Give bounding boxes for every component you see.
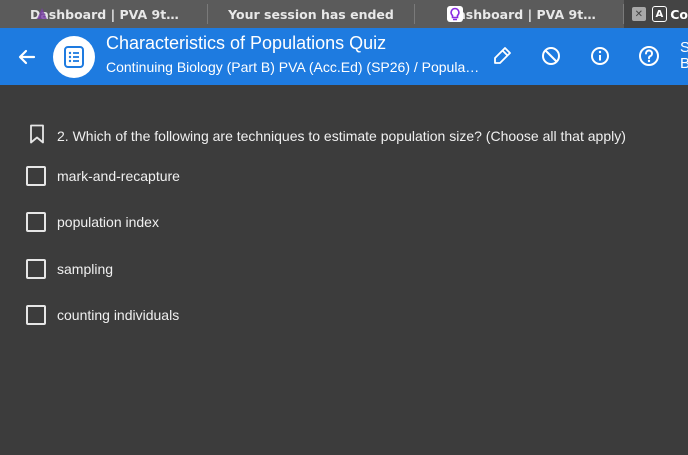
tab-session-ended[interactable]: Your session has ended xyxy=(208,0,414,28)
prohibited-icon xyxy=(542,47,560,65)
tab-label: Your session has ended xyxy=(228,6,394,22)
quiz-list-icon xyxy=(64,46,84,68)
back-button[interactable] xyxy=(12,42,42,72)
close-tab-icon[interactable]: ✕ xyxy=(632,7,646,21)
option-sampling[interactable]: sampling xyxy=(26,258,113,280)
checkbox[interactable] xyxy=(26,166,46,186)
breadcrumb[interactable]: Continuing Biology (Part B) PVA (Acc.Ed)… xyxy=(106,59,479,75)
purple-app-icon xyxy=(37,8,47,19)
option-label: population index xyxy=(57,214,159,230)
info-button[interactable] xyxy=(587,43,613,69)
tab-label: Dashboard | PVA 9t… xyxy=(447,6,596,22)
highlighter-icon xyxy=(494,47,511,64)
highlighter-button[interactable] xyxy=(489,43,515,69)
app-header: Characteristics of Populations Quiz Cont… xyxy=(0,28,688,85)
option-population-index[interactable]: population index xyxy=(26,211,159,233)
help-icon xyxy=(639,46,659,66)
page-title: Characteristics of Populations Quiz xyxy=(106,33,387,53)
header-edge-text: S B xyxy=(680,40,688,72)
checkbox[interactable] xyxy=(26,212,46,232)
lightbulb-icon xyxy=(447,6,463,22)
option-label: sampling xyxy=(57,261,114,277)
option-counting-individuals[interactable]: counting individuals xyxy=(26,304,179,326)
block-button[interactable] xyxy=(538,43,564,69)
info-icon xyxy=(591,47,609,65)
option-label: mark-and-recapture xyxy=(57,168,180,184)
option-label: counting individuals xyxy=(57,307,180,323)
tab-active[interactable]: ✕ A Co xyxy=(624,0,688,28)
checkbox[interactable] xyxy=(26,305,46,325)
tab-label: Dashboard | PVA 9t… xyxy=(30,6,179,22)
quiz-badge xyxy=(53,36,95,78)
a-box-icon: A xyxy=(651,6,668,22)
option-mark-and-recapture[interactable]: mark-and-recapture xyxy=(26,165,180,187)
arrow-left-icon xyxy=(18,49,36,65)
bookmark-icon[interactable] xyxy=(29,124,45,144)
tab-dashboard-1[interactable]: Dashboard | PVA 9t… xyxy=(0,0,207,28)
checkbox[interactable] xyxy=(26,259,46,279)
tab-label: Co xyxy=(670,6,688,22)
help-button[interactable] xyxy=(636,43,662,69)
browser-tab-strip: Dashboard | PVA 9t… Your session has end… xyxy=(0,0,688,28)
question-text: 2. Which of the following are techniques… xyxy=(57,128,626,144)
